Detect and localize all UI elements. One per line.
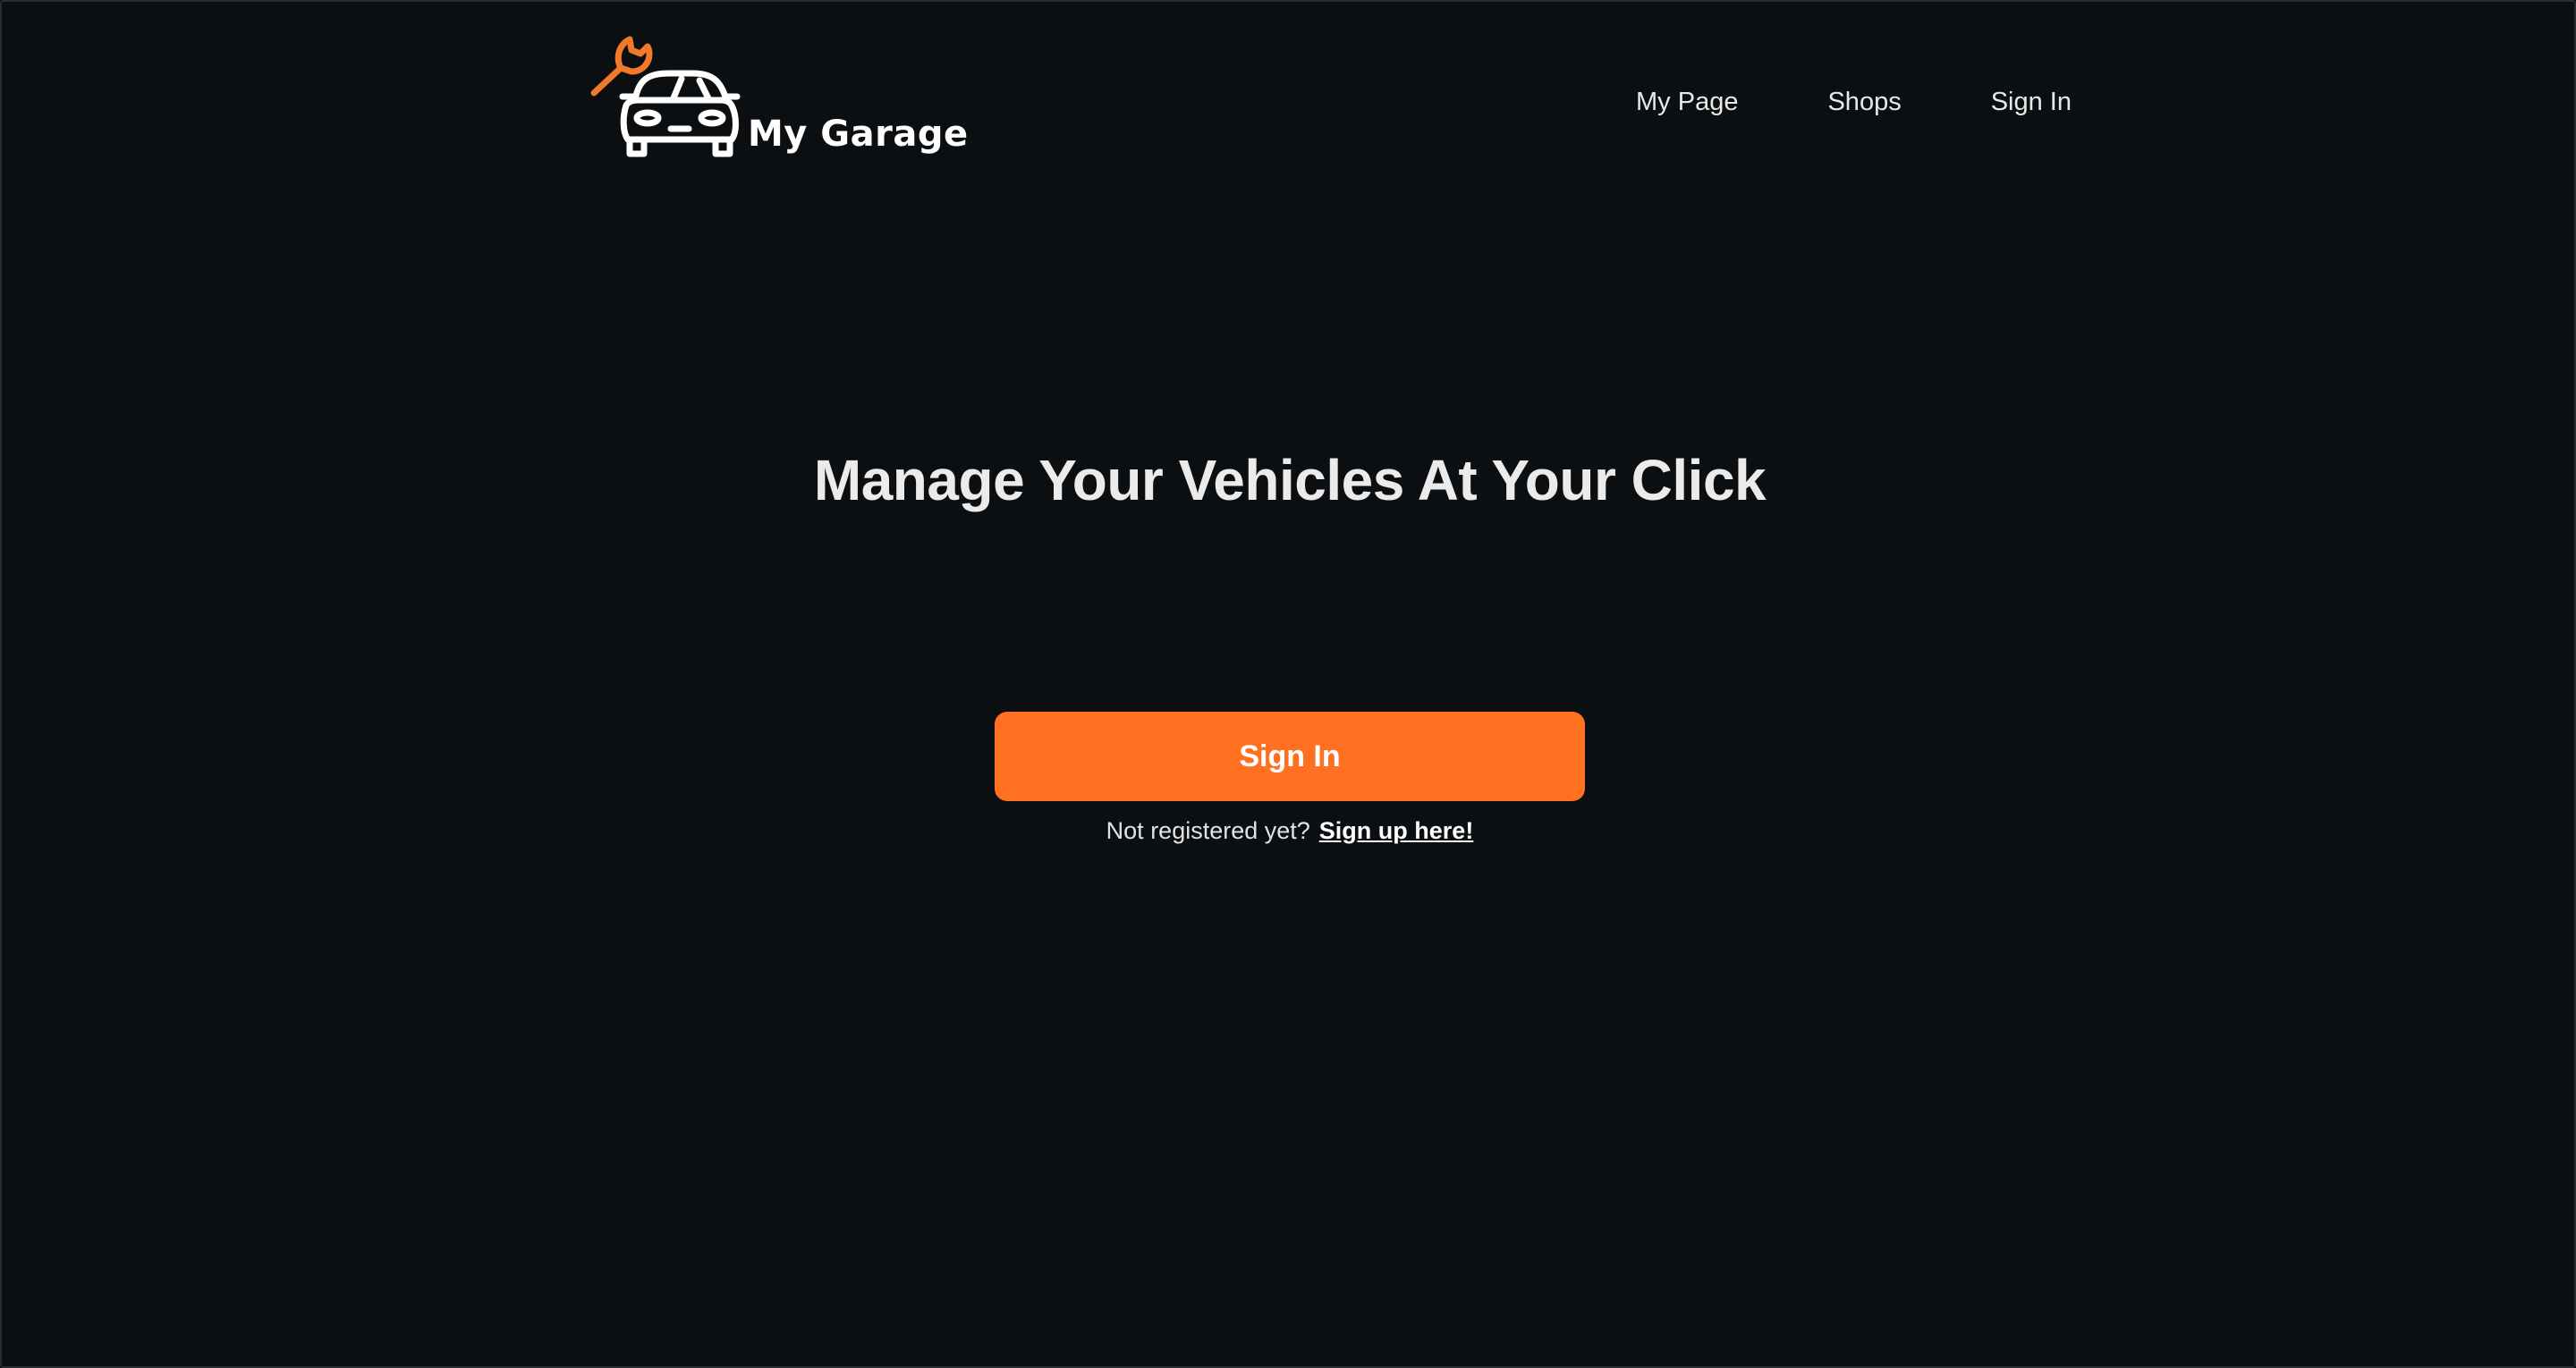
nav-item-shops[interactable]: Shops — [1827, 88, 1901, 117]
brand-home-link[interactable]: My Garage — [587, 34, 969, 168]
register-prompt-text: Not registered yet? — [1106, 817, 1310, 844]
main-nav: My Page Shops Sign In — [1636, 88, 2072, 117]
site-header: My Garage My Page Shops Sign In — [2, 2, 2576, 181]
sign-in-button[interactable]: Sign In — [995, 712, 1585, 801]
car-wrench-icon — [590, 36, 741, 157]
nav-item-my-page[interactable]: My Page — [1636, 88, 1738, 117]
sign-up-link[interactable]: Sign up here! — [1319, 817, 1474, 844]
brand-name: My Garage — [748, 114, 969, 155]
register-prompt-row: Not registered yet? Sign up here! — [2, 817, 2576, 845]
page-title: Manage Your Vehicles At Your Click — [813, 448, 1767, 512]
nav-item-sign-in[interactable]: Sign In — [1991, 88, 2072, 117]
